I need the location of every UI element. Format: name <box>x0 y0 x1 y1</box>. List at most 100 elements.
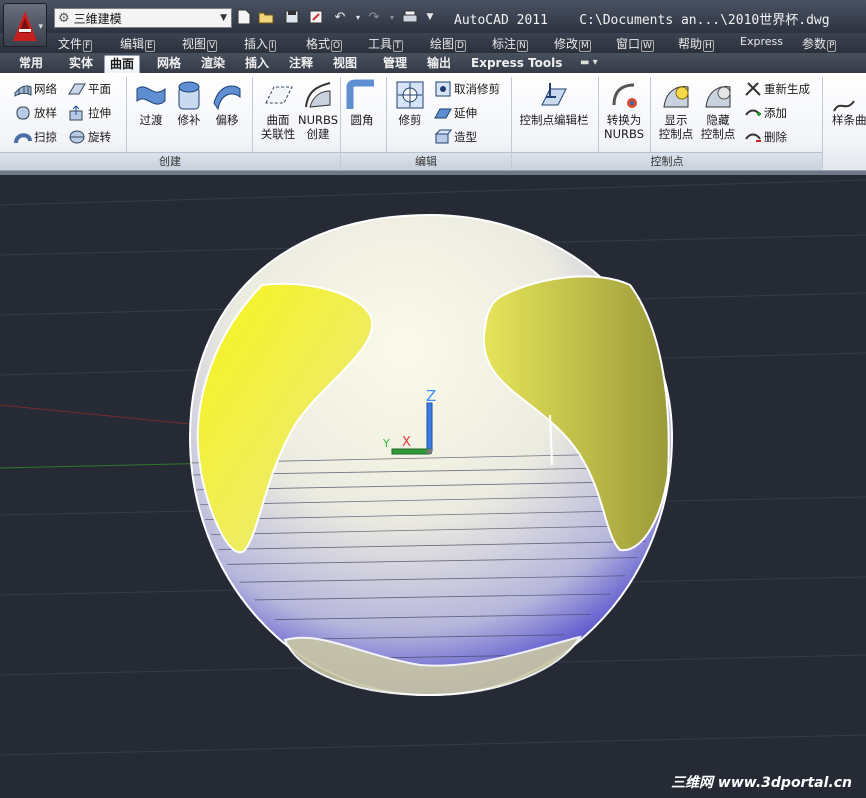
add-cv-icon <box>745 109 761 116</box>
rebuild-button[interactable]: 重新生成 <box>744 81 810 97</box>
sweep-surface-icon <box>14 133 32 144</box>
menu-edit[interactable]: 编辑 E <box>120 35 155 52</box>
untrim-button[interactable]: 取消修剪 <box>434 81 500 97</box>
extend-button[interactable]: 延伸 <box>434 105 477 121</box>
menu-bar: 文件 F 编辑 E 视图 V 插入 I 格式 O 工具 T 绘图 D 标注 N 修改 M 窗口 W … <box>0 33 866 53</box>
tab-solid[interactable]: 实体 <box>64 55 98 73</box>
extend-surface-icon <box>434 108 452 119</box>
revolve-surface-icon <box>69 130 85 144</box>
chevron-down-icon[interactable]: ▾ <box>384 9 400 25</box>
redo-icon[interactable]: ↷ <box>366 9 382 25</box>
show-cv-button[interactable]: 显示 控制点 <box>656 79 696 141</box>
network-surface-icon <box>14 85 32 97</box>
menu-window[interactable]: 窗口 W <box>616 35 654 52</box>
tab-output[interactable]: 输出 <box>422 55 456 73</box>
surface-associativity-button[interactable]: 曲面 关联性 <box>258 79 298 141</box>
rebuild-icon <box>745 82 761 96</box>
hide-cv-button[interactable]: 隐藏 控制点 <box>698 79 738 141</box>
autocad-logo-icon <box>13 11 37 41</box>
show-cv-icon <box>663 86 689 108</box>
ribbon: 网络 放样 扫掠 平面 拉伸 旋转 过渡 修补 偏移 曲面 关联性 NURBS … <box>0 73 866 171</box>
chevron-down-icon[interactable]: ▾ <box>350 9 366 25</box>
extrude-surface-icon <box>69 105 83 121</box>
loft-surface-icon <box>16 106 30 120</box>
tab-annotate[interactable]: 注释 <box>284 55 318 73</box>
window-title: AutoCAD 2011 C:\Documents an...\2010世界杯.… <box>454 13 830 28</box>
chevron-down-icon: ▼ <box>220 13 227 23</box>
remove-cv-button[interactable]: 删除 <box>744 129 787 145</box>
panel-title-edit: 编辑 <box>341 152 511 170</box>
tab-insert[interactable]: 插入 <box>240 55 274 73</box>
tab-express-tools[interactable]: Express Tools <box>466 55 567 73</box>
ucs-y-label: Y <box>382 437 390 450</box>
chevron-down-icon: ▾ <box>38 22 43 32</box>
ribbon-tab-bar: 常用 实体 曲面 网格 渲染 插入 注释 视图 管理 输出 Express To… <box>0 53 866 73</box>
untrim-icon <box>435 81 451 97</box>
world-cup-sphere[interactable] <box>188 213 674 697</box>
menu-modify[interactable]: 修改 M <box>554 35 591 52</box>
menu-dimension[interactable]: 标注 N <box>492 35 528 52</box>
ribbon-display-options-icon[interactable]: ▬ ▾ <box>580 57 598 68</box>
nurbs-creation-button[interactable]: NURBS 创建 <box>298 79 338 141</box>
planar-button[interactable]: 平面 <box>68 81 111 97</box>
cv-edit-bar-icon <box>541 83 567 106</box>
cv-edit-bar-button[interactable]: 控制点编辑栏 <box>514 79 594 127</box>
associativity-icon <box>265 86 293 104</box>
extrude-button[interactable]: 拉伸 <box>68 105 111 121</box>
tab-manage[interactable]: 管理 <box>378 55 412 73</box>
menu-insert[interactable]: 插入 I <box>244 35 276 52</box>
network-button[interactable]: 网络 <box>14 81 57 97</box>
new-icon[interactable] <box>236 9 252 25</box>
menu-help[interactable]: 帮助 H <box>678 35 714 52</box>
menu-format[interactable]: 格式 O <box>306 35 343 52</box>
nurbs-creation-icon <box>305 82 331 108</box>
spline-icon <box>833 100 855 112</box>
saveas-icon[interactable] <box>308 9 324 25</box>
loft-button[interactable]: 放样 <box>14 105 57 121</box>
menu-draw[interactable]: 绘图 D <box>430 35 466 52</box>
trim-surface-icon <box>396 81 424 109</box>
open-icon[interactable] <box>258 9 274 25</box>
menu-parametric[interactable]: 参数 P <box>802 35 837 52</box>
workspace-label: 三维建模 <box>73 11 122 26</box>
x-axis-line <box>0 404 201 426</box>
hide-cv-icon <box>705 86 731 108</box>
gear-icon: ⚙ <box>58 10 70 26</box>
sculpt-icon <box>434 129 452 144</box>
tab-home[interactable]: 常用 <box>14 55 48 73</box>
sculpt-button[interactable]: 造型 <box>434 129 477 145</box>
fillet-surface-icon <box>346 79 374 109</box>
ucs-z-label: Z <box>426 387 436 405</box>
title-bar: ▾ ⚙ 三维建模 ▼ ↶ ▾ ↷ ▾ ▼ AutoCAD 2011 C:\Doc… <box>0 0 866 47</box>
workspace-select[interactable]: ⚙ 三维建模 ▼ <box>54 8 232 28</box>
trim-button[interactable]: 修剪 <box>392 79 428 127</box>
watermark: 三维网 www.3dportal.cn <box>671 775 852 791</box>
fillet-button[interactable]: 圆角 <box>344 79 380 127</box>
ucs-x-label: X <box>402 435 411 450</box>
patch-surface-icon <box>178 81 200 110</box>
undo-icon[interactable]: ↶ <box>332 9 348 25</box>
convert-to-nurbs-button[interactable]: 转换为 NURBS <box>602 79 646 141</box>
tab-view[interactable]: 视图 <box>328 55 362 73</box>
save-icon[interactable] <box>284 9 300 25</box>
tab-mesh[interactable]: 网格 <box>152 55 186 73</box>
menu-view[interactable]: 视图 V <box>182 35 218 52</box>
menu-express[interactable]: Express <box>740 35 783 48</box>
tab-surface[interactable]: 曲面 <box>104 55 141 73</box>
tab-render[interactable]: 渲染 <box>196 55 230 73</box>
drawing-viewport[interactable]: Z Y X 三维网 www.3dportal.cn <box>0 171 866 798</box>
print-icon[interactable] <box>402 9 418 25</box>
menu-tools[interactable]: 工具 T <box>368 35 403 52</box>
sweep-button[interactable]: 扫掠 <box>14 129 57 145</box>
application-menu-button[interactable]: ▾ <box>3 3 47 47</box>
offset-button[interactable]: 偏移 <box>210 79 244 127</box>
patch-button[interactable]: 修补 <box>172 79 206 127</box>
offset-surface-icon <box>213 85 241 111</box>
y-axis-line <box>0 462 221 469</box>
menu-file[interactable]: 文件 F <box>58 35 93 52</box>
blend-button[interactable]: 过渡 <box>134 79 168 127</box>
revolve-button[interactable]: 旋转 <box>68 129 111 145</box>
spline-button[interactable]: 样条曲 <box>832 99 866 127</box>
quick-access-menu-icon[interactable]: ▼ <box>422 9 438 25</box>
add-cv-button[interactable]: 添加 <box>744 105 787 121</box>
